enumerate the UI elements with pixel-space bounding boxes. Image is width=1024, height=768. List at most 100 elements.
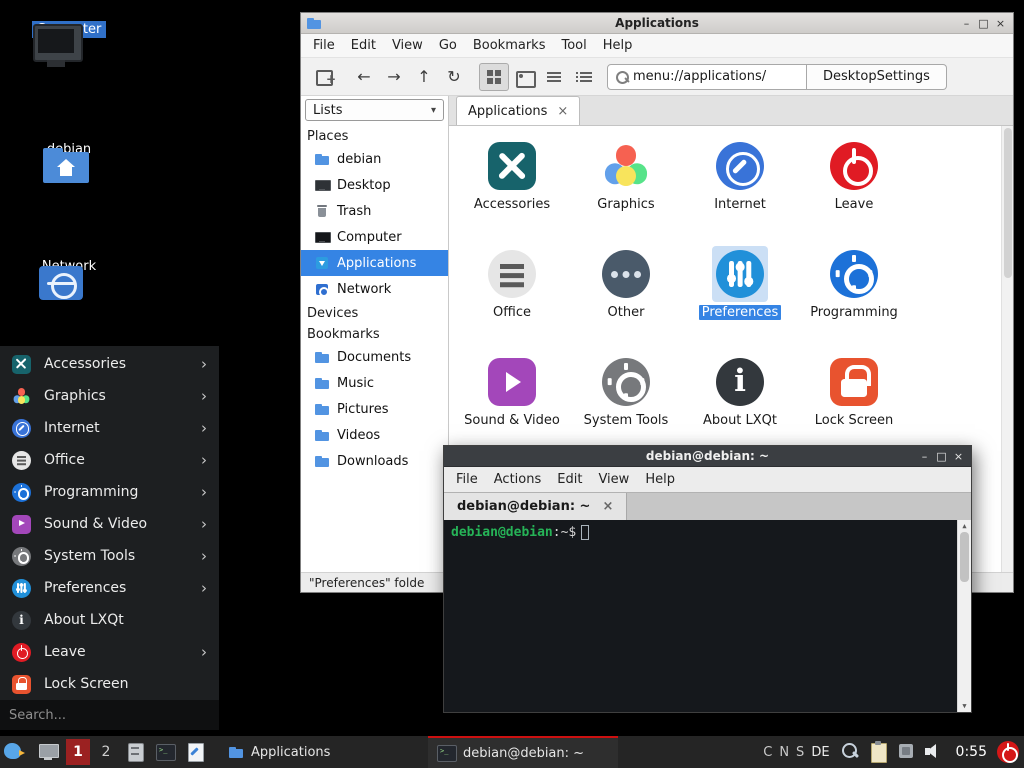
app-item-sound-video[interactable]: Sound & Video (457, 352, 567, 460)
minimize-button[interactable]: – (916, 448, 933, 464)
menu-view[interactable]: View (384, 38, 431, 53)
menu-item-internet[interactable]: Internet › (0, 412, 219, 444)
sidebar-item-applications[interactable]: Applications (301, 250, 448, 276)
app-item-internet[interactable]: Internet (685, 136, 795, 244)
detailed-view-button[interactable] (569, 63, 599, 91)
menu-actions[interactable]: Actions (486, 472, 550, 487)
sidebar-item-documents[interactable]: Documents (301, 344, 448, 370)
sidebar-item-music[interactable]: Music (301, 370, 448, 396)
thumbnail-view-button[interactable] (509, 63, 539, 91)
app-item-office[interactable]: Office (457, 244, 567, 352)
maximize-button[interactable]: □ (975, 15, 992, 31)
app-item-about-lxqt[interactable]: About LXQt (685, 352, 795, 460)
terminal-tab[interactable]: debian@debian: ~ × (444, 493, 627, 520)
magnifier-tray-icon[interactable] (840, 741, 862, 763)
scroll-down-icon[interactable]: ▼ (958, 701, 971, 711)
sidebar-mode-select[interactable]: Lists ▾ (305, 99, 444, 121)
menu-edit[interactable]: Edit (343, 38, 384, 53)
maximize-button[interactable]: □ (933, 448, 950, 464)
show-desktop-button[interactable] (38, 742, 58, 762)
menu-item-lock-screen[interactable]: Lock Screen (0, 668, 219, 700)
menu-item-office[interactable]: Office › (0, 444, 219, 476)
menu-file[interactable]: File (448, 472, 486, 487)
workspace-2-button[interactable]: 2 (94, 739, 118, 765)
app-item-lock-screen[interactable]: Lock Screen (799, 352, 909, 460)
menu-bookmarks[interactable]: Bookmarks (465, 38, 554, 53)
menu-item-leave[interactable]: Leave › (0, 636, 219, 668)
sidebar-item-trash[interactable]: Trash (301, 198, 448, 224)
refresh-button[interactable]: ↻ (439, 63, 469, 91)
app-item-preferences[interactable]: Preferences (685, 244, 795, 352)
app-item-system-tools[interactable]: System Tools (571, 352, 681, 460)
workspace-1-button[interactable]: 1 (66, 739, 90, 765)
up-button[interactable]: ↑ (409, 63, 439, 91)
sidebar-item-network[interactable]: Network (301, 276, 448, 302)
app-item-graphics[interactable]: Graphics (571, 136, 681, 244)
window-controls: – □ × (916, 446, 967, 466)
sidebar-item-computer[interactable]: Computer (301, 224, 448, 250)
tab-close-icon[interactable]: × (602, 499, 613, 514)
task-button-terminal[interactable]: debian@debian: ~ (428, 736, 618, 768)
app-item-leave[interactable]: Leave (799, 136, 909, 244)
desktop-icon-network[interactable]: Network (19, 251, 119, 275)
sidebar-item-videos[interactable]: Videos (301, 422, 448, 448)
address-bar[interactable]: menu://applications/ (607, 64, 807, 90)
text-editor-launcher[interactable] (182, 739, 208, 765)
menu-view[interactable]: View (590, 472, 637, 487)
menu-tool[interactable]: Tool (553, 38, 594, 53)
terminal-output[interactable]: debian@debian:~$ ▲ ▼ (444, 520, 971, 712)
menu-help[interactable]: Help (595, 38, 641, 53)
menu-item-about-lxqt[interactable]: About LXQt (0, 604, 219, 636)
icon-view-button[interactable] (479, 63, 509, 91)
app-item-programming[interactable]: Programming (799, 244, 909, 352)
keyboard-layout-indicator[interactable]: DE (811, 745, 829, 760)
removable-media-tray-icon[interactable] (896, 741, 918, 763)
terminal-titlebar[interactable]: debian@debian: ~ – □ × (444, 446, 971, 467)
compact-view-button[interactable] (539, 63, 569, 91)
scrollbar-thumb[interactable] (1004, 128, 1012, 278)
clipboard-tray-icon[interactable] (868, 741, 890, 763)
menu-go[interactable]: Go (431, 38, 465, 53)
sidebar-item-debian[interactable]: debian (301, 146, 448, 172)
new-tab-button[interactable] (309, 63, 339, 91)
app-item-other[interactable]: Other (571, 244, 681, 352)
app-item-accessories[interactable]: Accessories (457, 136, 567, 244)
application-menu-button[interactable] (2, 740, 26, 764)
menu-help[interactable]: Help (637, 472, 683, 487)
terminal-scrollbar[interactable]: ▲ ▼ (957, 520, 971, 712)
menu-item-programming[interactable]: Programming › (0, 476, 219, 508)
desktop-icon-computer[interactable]: Computer (19, 14, 119, 38)
menu-edit[interactable]: Edit (549, 472, 590, 487)
forward-button[interactable]: → (379, 63, 409, 91)
sidebar-item-desktop[interactable]: Desktop (301, 172, 448, 198)
tab-applications[interactable]: Applications × (456, 96, 580, 125)
scroll-up-icon[interactable]: ▲ (958, 521, 971, 531)
close-button[interactable]: × (950, 448, 967, 464)
menu-item-preferences[interactable]: Preferences › (0, 572, 219, 604)
menu-item-graphics[interactable]: Graphics › (0, 380, 219, 412)
back-button[interactable]: ← (349, 63, 379, 91)
file-manager-sidebar: Lists ▾ Places debian Desktop Trash Comp… (301, 96, 449, 572)
tab-close-icon[interactable]: × (557, 104, 568, 119)
menu-item-accessories[interactable]: Accessories › (0, 348, 219, 380)
terminal-launcher[interactable] (152, 739, 178, 765)
minimize-button[interactable]: – (958, 15, 975, 31)
folder-view-scrollbar[interactable] (1001, 126, 1013, 572)
submenu-arrow-icon: › (201, 483, 207, 501)
file-manager-launcher[interactable] (122, 739, 148, 765)
clock[interactable]: 0:55 (956, 744, 987, 760)
desktop-settings-button[interactable]: DesktopSettings (807, 64, 947, 90)
scrollbar-thumb[interactable] (960, 532, 969, 582)
power-button[interactable] (997, 741, 1019, 763)
desktop-icon-debian[interactable]: debian (19, 134, 119, 158)
menu-item-sound-video[interactable]: Sound & Video › (0, 508, 219, 540)
menu-search-input[interactable] (0, 700, 219, 730)
close-button[interactable]: × (992, 15, 1009, 31)
menu-item-system-tools[interactable]: System Tools › (0, 540, 219, 572)
task-button-applications[interactable]: Applications (220, 736, 410, 768)
menu-file[interactable]: File (305, 38, 343, 53)
sidebar-item-downloads[interactable]: Downloads (301, 448, 448, 474)
volume-tray-icon[interactable] (924, 741, 946, 763)
sidebar-item-pictures[interactable]: Pictures (301, 396, 448, 422)
file-manager-titlebar[interactable]: Applications – □ × (301, 13, 1013, 34)
